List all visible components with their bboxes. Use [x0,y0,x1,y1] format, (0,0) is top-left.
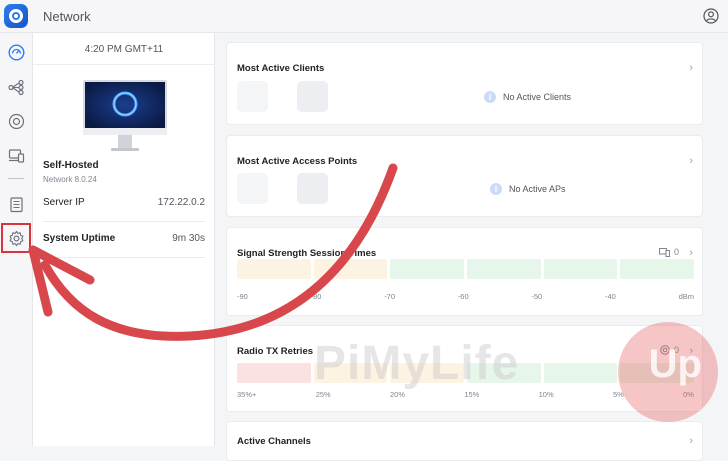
radio-tx-retries-card[interactable]: Radio TX Retries 0 › 35%+ 25% 20% 15% 10… [226,325,703,412]
tick-label: 10% [538,390,554,399]
uptime-value: 9m 30s [172,233,205,244]
client-devices-icon[interactable] [7,146,25,164]
bar-segment [237,363,311,383]
placeholder-tile [297,81,328,112]
count-value: 0 [673,247,679,257]
server-ip-value: 172.22.0.2 [157,197,205,208]
retries-count: 0 [660,345,679,355]
dashboard-icon[interactable] [7,43,25,61]
tick-label: 35%+ [237,390,257,399]
sidebar-divider [8,178,24,179]
tick-label: -60 [457,292,469,301]
tick-label: dBm [678,292,694,301]
bar-segment [390,259,465,279]
empty-state: i No Active Clients [484,91,571,103]
app-title: Network [43,9,91,24]
session-count: 0 [658,247,679,257]
tick-label: -90 [237,292,248,301]
user-account-icon[interactable] [703,8,719,24]
devices-icon[interactable] [7,112,25,130]
tick-label: 15% [464,390,480,399]
tick-label: 0% [683,390,694,399]
retries-bars [237,363,695,383]
info-icon: i [484,91,496,103]
bar-segment [620,259,695,279]
bar-segment [543,259,618,279]
settings-icon[interactable] [7,229,25,247]
bar-segment [390,363,465,383]
card-title: Active Channels [237,436,311,447]
device-name: Self-Hosted [43,160,99,171]
divider [43,257,205,258]
client-devices-icon [658,247,670,257]
tick-label: -40 [604,292,616,301]
card-title: Most Active Access Points [237,156,358,167]
chevron-right-icon[interactable]: › [689,435,693,447]
count-value: 0 [673,345,679,355]
chevron-right-icon[interactable]: › [689,247,693,259]
server-ip-label: Server IP [43,197,85,208]
chevron-right-icon[interactable]: › [689,62,693,74]
bar-segment [467,259,541,279]
bar-segment [467,363,541,383]
device-version: Network 8.0.24 [43,175,97,184]
uptime-label: System Uptime [43,233,116,244]
top-bar: Network [0,0,728,33]
tick-label: 5% [612,390,624,399]
server-ip-row: Server IP 172.22.0.2 [43,187,205,219]
tick-label: 25% [315,390,331,399]
divider [33,64,215,65]
tick-label: -80 [310,292,322,301]
bar-segment [237,259,311,279]
chevron-right-icon[interactable]: › [689,155,693,167]
divider [43,221,205,222]
retries-axis: 35%+ 25% 20% 15% 10% 5% 0% [237,390,694,399]
card-title: Most Active Clients [237,63,325,74]
topology-icon[interactable] [7,78,25,96]
card-title: Signal Strength Session Times [237,248,377,259]
bar-segment [620,363,695,383]
card-title: Radio TX Retries [237,346,314,357]
tick-label: -50 [531,292,543,301]
info-icon: i [490,183,502,195]
empty-message: No Active APs [509,184,566,194]
signal-bars [237,259,695,279]
empty-state: i No Active APs [490,183,566,195]
signal-strength-card[interactable]: Signal Strength Session Times 0 › -90 -8… [226,227,703,316]
bar-segment [313,259,388,279]
empty-message: No Active Clients [503,92,572,102]
placeholder-tile [297,173,328,204]
clock: 4:20 PM GMT+11 [84,44,164,55]
most-active-clients-card[interactable]: Most Active Clients › i No Active Client… [226,42,703,125]
device-info-panel: 4:20 PM GMT+11 Self-Hosted Network 8.0.2… [33,33,215,446]
tick-label: -70 [384,292,396,301]
most-active-aps-card[interactable]: Most Active Access Points › i No Active … [226,135,703,217]
bar-segment [313,363,388,383]
chevron-right-icon[interactable]: › [689,345,693,357]
tick-label: 20% [390,390,406,399]
radio-icon [660,345,670,355]
placeholder-tile [237,81,268,112]
active-channels-card[interactable]: Active Channels › [226,421,703,461]
uptime-row: System Uptime 9m 30s [43,223,205,255]
sidebar [0,33,33,446]
logs-icon[interactable] [7,195,25,213]
placeholder-tile [237,173,268,204]
signal-axis: -90 -80 -70 -60 -50 -40 dBm [237,292,694,301]
monitor-image [83,80,167,151]
ubiquiti-logo-icon[interactable] [4,4,28,28]
bar-segment [543,363,618,383]
